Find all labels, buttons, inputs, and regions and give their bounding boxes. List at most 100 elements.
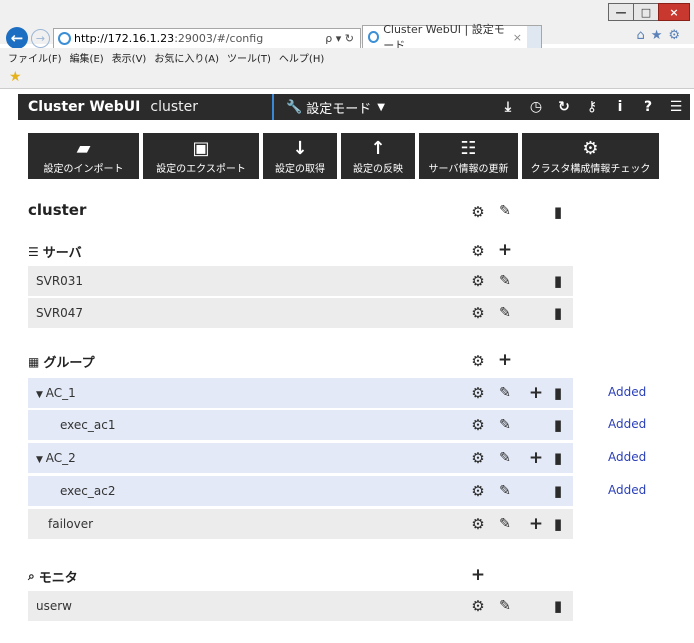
get-config-button[interactable]: ↓ 設定の取得 xyxy=(263,133,337,179)
monitor-row[interactable]: userw ⚙ ✎ ▮ xyxy=(28,591,573,621)
update-server-info-label: サーバ情報の更新 xyxy=(428,163,509,175)
new-tab-button[interactable] xyxy=(527,25,542,48)
trash-icon[interactable]: ▮ xyxy=(549,449,567,467)
mode-dropdown[interactable]: 🔧 設定モード ▼ xyxy=(272,94,385,120)
edit-icon[interactable]: ✎ xyxy=(496,450,514,466)
trash-icon[interactable]: ▮ xyxy=(549,416,567,434)
menu-list-icon[interactable]: ☰ xyxy=(662,99,690,115)
maximize-button[interactable]: □ xyxy=(633,3,659,21)
resource-row[interactable]: exec_ac1 ⚙ ✎ ▮ xyxy=(28,410,573,440)
trash-icon[interactable]: ▮ xyxy=(549,272,567,290)
favorites-star-icon[interactable]: ★ xyxy=(9,69,22,85)
menu-file[interactable]: ファイル(F) xyxy=(8,50,62,65)
menu-favorites[interactable]: お気に入り(A) xyxy=(154,50,219,65)
import-config-button[interactable]: ▰ 設定のインポート xyxy=(28,133,139,179)
servers-section-title: ☰ サーバ xyxy=(28,242,82,262)
export-config-label: 設定のエクスポート xyxy=(156,163,246,175)
server-row[interactable]: SVR047 ⚙ ✎ ▮ xyxy=(28,298,573,328)
menu-tools[interactable]: ツール(T) xyxy=(227,50,271,65)
trash-icon[interactable]: ▮ xyxy=(549,597,567,615)
page-title: cluster xyxy=(28,201,87,219)
arrow-down-icon: ↓ xyxy=(292,137,308,159)
info-icon[interactable]: i xyxy=(606,99,634,115)
cluster-edit-icon[interactable]: ✎ xyxy=(496,203,514,219)
edit-icon[interactable]: ✎ xyxy=(496,385,514,401)
server-name: SVR031 xyxy=(36,274,84,288)
edit-icon[interactable]: ✎ xyxy=(496,305,514,321)
edit-icon[interactable]: ✎ xyxy=(496,598,514,614)
cluster-delete-icon[interactable]: ▮ xyxy=(549,203,567,221)
groups-gear-icon[interactable]: ⚙ xyxy=(469,352,487,370)
gear-icon[interactable]: ⚙ xyxy=(469,272,487,290)
app-header: Cluster WebUI cluster 🔧 設定モード ▼ ⤓ ◷ ↻ ⚷ … xyxy=(18,94,690,120)
groups-section-title: ▦ グループ xyxy=(28,352,95,372)
close-tab-icon[interactable]: × xyxy=(513,31,522,44)
folder-open-icon: ▰ xyxy=(76,137,91,159)
mode-label: 設定モード xyxy=(306,101,372,117)
trash-icon[interactable]: ▮ xyxy=(549,482,567,500)
address-bar[interactable]: http://172.16.1.23:29003/#/config ρ ▾ ↻ xyxy=(53,28,361,49)
add-monitor-icon[interactable]: + xyxy=(469,565,487,585)
key-icon[interactable]: ⚷ xyxy=(578,99,606,115)
gear-icon[interactable]: ⚙ xyxy=(469,416,487,434)
group-row[interactable]: failover ⚙ ✎ + ▮ xyxy=(28,509,573,539)
chevron-down-icon: ▼ xyxy=(377,101,385,113)
server-name: SVR047 xyxy=(36,306,84,320)
browser-tab[interactable]: Cluster WebUI | 設定モード × xyxy=(362,23,529,52)
back-button[interactable]: ← xyxy=(6,27,28,49)
search-refresh-icon[interactable]: ρ ▾ ↻ xyxy=(325,32,354,45)
resource-name: exec_ac1 xyxy=(60,418,116,432)
edit-icon[interactable]: ✎ xyxy=(496,483,514,499)
header-actions: ⤓ ◷ ↻ ⚷ i ? ☰ xyxy=(494,94,690,120)
cluster-gear-icon[interactable]: ⚙ xyxy=(469,203,487,221)
download-icon[interactable]: ⤓ xyxy=(494,99,522,115)
minimize-button[interactable]: — xyxy=(608,3,634,21)
forward-button[interactable]: → xyxy=(31,29,50,48)
trash-icon[interactable]: ▮ xyxy=(549,515,567,533)
help-icon[interactable]: ? xyxy=(634,99,662,115)
arrow-up-icon: ↑ xyxy=(370,137,386,159)
gear-icon[interactable]: ⚙ xyxy=(469,304,487,322)
update-server-info-button[interactable]: ☷ サーバ情報の更新 xyxy=(419,133,518,179)
trash-icon[interactable]: ▮ xyxy=(549,384,567,402)
gear-icon[interactable]: ⚙ xyxy=(469,384,487,402)
add-resource-icon[interactable]: + xyxy=(527,383,545,403)
address-url: http://172.16.1.23:29003/#/config xyxy=(74,32,264,45)
config-toolbar: ▰ 設定のインポート ▣ 設定のエクスポート ↓ 設定の取得 ↑ 設定の反映 ☷… xyxy=(28,133,659,179)
grid-icon: ▦ xyxy=(28,354,40,369)
export-config-button[interactable]: ▣ 設定のエクスポート xyxy=(143,133,259,179)
resource-row[interactable]: exec_ac2 ⚙ ✎ ▮ xyxy=(28,476,573,506)
server-row[interactable]: SVR031 ⚙ ✎ ▮ xyxy=(28,266,573,296)
gear-icon[interactable]: ⚙ xyxy=(469,482,487,500)
menu-help[interactable]: ヘルプ(H) xyxy=(279,50,324,65)
monitors-heading: モニタ xyxy=(38,571,78,586)
menu-view[interactable]: 表示(V) xyxy=(112,50,147,65)
menu-edit[interactable]: 編集(E) xyxy=(70,50,104,65)
add-resource-icon[interactable]: + xyxy=(527,448,545,468)
close-window-button[interactable]: × xyxy=(658,3,690,21)
refresh-icon[interactable]: ↻ xyxy=(550,99,578,115)
edit-icon[interactable]: ✎ xyxy=(496,516,514,532)
edit-icon[interactable]: ✎ xyxy=(496,417,514,433)
cluster-check-button[interactable]: ⚙ クラスタ構成情報チェック xyxy=(522,133,659,179)
gear-icon[interactable]: ⚙ xyxy=(469,449,487,467)
clock-icon[interactable]: ◷ xyxy=(522,99,550,115)
gear-icon[interactable]: ⚙ xyxy=(469,597,487,615)
status-badge: Added xyxy=(608,483,647,497)
gear-icon[interactable]: ⚙ xyxy=(469,515,487,533)
group-row[interactable]: ▼ AC_1 ⚙ ✎ + ▮ xyxy=(28,378,573,408)
server-icon: ☰ xyxy=(28,244,39,259)
server-refresh-icon: ☷ xyxy=(460,137,477,159)
ie-tab-icon xyxy=(368,31,380,43)
apply-config-button[interactable]: ↑ 設定の反映 xyxy=(341,133,415,179)
home-favorites-settings-icons[interactable]: ⌂★⚙ xyxy=(636,28,686,43)
groups-heading: グループ xyxy=(43,356,95,371)
window-controls: — □ × xyxy=(608,3,690,21)
servers-gear-icon[interactable]: ⚙ xyxy=(469,242,487,260)
add-resource-icon[interactable]: + xyxy=(527,514,545,534)
group-row[interactable]: ▼ AC_2 ⚙ ✎ + ▮ xyxy=(28,443,573,473)
edit-icon[interactable]: ✎ xyxy=(496,273,514,289)
trash-icon[interactable]: ▮ xyxy=(549,304,567,322)
add-server-icon[interactable]: + xyxy=(496,240,514,260)
add-group-icon[interactable]: + xyxy=(496,350,514,370)
